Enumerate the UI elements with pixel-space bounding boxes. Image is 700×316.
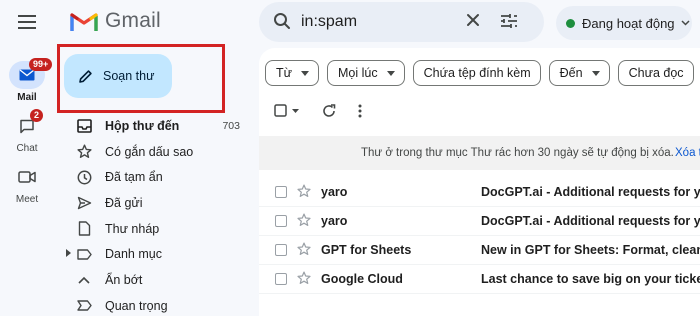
label-icon: [76, 249, 92, 260]
email-subject: DocGPT.ai - Additional requests for you: [481, 214, 700, 228]
email-list: yaro DocGPT.ai - Additional requests for…: [259, 178, 700, 294]
nav-item-inbox[interactable]: Hộp thư đến 703: [58, 113, 246, 139]
email-subject: Last chance to save big on your ticket t…: [481, 272, 700, 286]
filter-to[interactable]: Đến: [548, 60, 610, 86]
nav-label: Ẩn bớt: [105, 272, 143, 287]
email-sender: yaro: [321, 185, 348, 199]
star-icon[interactable]: [297, 242, 311, 256]
more-options-icon[interactable]: [358, 104, 362, 118]
message-list-panel: Từ Mọi lúc Chứa tệp đính kèm Đến Chưa đọ…: [259, 48, 700, 316]
nav-item-starred[interactable]: Có gắn dấu sao: [58, 139, 246, 165]
chip-label: Chưa đọc: [628, 66, 684, 80]
inbox-icon: [76, 119, 92, 133]
dropdown-arrow-icon: [386, 70, 395, 76]
row-checkbox[interactable]: [275, 186, 287, 198]
nav-label: Danh mục: [105, 247, 162, 262]
email-row[interactable]: yaro DocGPT.ai - Additional requests for…: [259, 207, 700, 236]
app-name: Gmail: [105, 9, 161, 32]
chip-label: Từ: [276, 66, 293, 80]
row-checkbox[interactable]: [275, 273, 287, 285]
list-toolbar: [259, 100, 700, 124]
gmail-m-icon: [70, 12, 98, 31]
search-icon[interactable]: [273, 12, 291, 30]
spam-notice-text: Thư ở trong thư mục Thư rác hơn 30 ngày …: [361, 147, 674, 159]
email-row[interactable]: GPT for Sheets New in GPT for Sheets: Fo…: [259, 236, 700, 265]
hamburger-menu-icon: [18, 15, 36, 29]
email-subject: DocGPT.ai - Additional requests for you: [481, 185, 700, 199]
search-input[interactable]: [301, 10, 451, 34]
nav-item-important[interactable]: Quan trọng: [58, 293, 246, 316]
star-icon[interactable]: [297, 213, 311, 227]
chip-label: Đến: [559, 66, 583, 80]
mail-unread-badge: 99+: [29, 58, 53, 71]
star-icon[interactable]: [297, 184, 311, 198]
folder-nav: Hộp thư đến 703 Có gắn dấu sao Đã tạm ẩn…: [58, 113, 246, 316]
nav-label: Có gắn dấu sao: [105, 144, 194, 159]
send-icon: [77, 196, 91, 210]
status-selector[interactable]: Đang hoạt động: [556, 6, 692, 40]
dropdown-arrow-icon: [591, 70, 600, 76]
chevron-down-icon: [681, 20, 690, 26]
star-icon: [76, 144, 92, 159]
filter-any-time[interactable]: Mọi lúc: [327, 60, 405, 86]
filter-from[interactable]: Từ: [265, 60, 320, 86]
rail-item-meet[interactable]: Meet: [0, 163, 54, 205]
app-rail: 99+ Mail 2 Chat Meet: [0, 0, 54, 316]
select-all-checkbox[interactable]: [274, 104, 287, 117]
row-checkbox[interactable]: [275, 244, 287, 256]
nav-label: Đã tạm ẩn: [105, 170, 163, 185]
important-icon: [76, 300, 92, 312]
filter-has-attachment[interactable]: Chứa tệp đính kèm: [412, 60, 541, 86]
filter-unread[interactable]: Chưa đọc: [617, 60, 694, 86]
row-checkbox[interactable]: [275, 215, 287, 227]
expand-arrow-icon: [66, 249, 71, 258]
refresh-icon[interactable]: [322, 104, 336, 118]
email-row[interactable]: yaro DocGPT.ai - Additional requests for…: [259, 178, 700, 207]
draft-icon: [78, 221, 90, 236]
spam-notice: Thư ở trong thư mục Thư rác hơn 30 ngày …: [259, 136, 700, 170]
chat-unread-badge: 2: [30, 109, 44, 122]
chip-label: Chứa tệp đính kèm: [423, 66, 531, 80]
chevron-up-icon: [78, 276, 90, 284]
status-dot: [566, 18, 575, 28]
rail-item-chat[interactable]: 2 Chat: [0, 109, 54, 154]
chip-label: Mọi lúc: [338, 66, 378, 80]
nav-item-sent[interactable]: Đã gửi: [58, 190, 246, 216]
nav-item-drafts[interactable]: Thư nháp: [58, 216, 246, 242]
inbox-count: 703: [222, 119, 240, 132]
dropdown-arrow-icon: [301, 70, 310, 76]
highlight-box: [57, 44, 225, 113]
rail-item-label: Meet: [15, 194, 39, 205]
email-sender: Google Cloud: [321, 272, 403, 286]
email-sender: yaro: [321, 214, 348, 228]
email-subject: New in GPT for Sheets: Format, clean, pi: [481, 243, 700, 257]
nav-label: Quan trọng: [105, 298, 168, 313]
search-filter-chips: Từ Mọi lúc Chứa tệp đính kèm Đến Chưa đọ…: [265, 60, 700, 86]
rail-item-mail[interactable]: 99+ Mail: [0, 58, 54, 103]
mail-icon: [19, 69, 35, 81]
delete-all-spam-link[interactable]: Xóa t: [675, 147, 700, 159]
nav-label: Đã gửi: [105, 195, 143, 210]
rail-item-label: Chat: [16, 143, 38, 154]
select-dropdown-icon[interactable]: [292, 109, 299, 113]
clock-icon: [77, 170, 91, 185]
rail-item-label: Mail: [17, 92, 37, 103]
main-menu-button[interactable]: [15, 10, 39, 34]
email-sender: GPT for Sheets: [321, 243, 412, 257]
nav-label: Hộp thư đến: [105, 118, 180, 133]
gmail-logo[interactable]: Gmail: [70, 9, 161, 33]
nav-item-show-less[interactable]: Ẩn bớt: [58, 267, 246, 293]
nav-item-snoozed[interactable]: Đã tạm ẩn: [58, 164, 246, 190]
nav-item-categories[interactable]: Danh mục: [58, 241, 246, 267]
search-options-icon[interactable]: [500, 12, 518, 30]
clear-search-icon[interactable]: [466, 13, 480, 27]
video-camera-icon: [18, 171, 36, 183]
nav-label: Thư nháp: [105, 221, 160, 236]
email-row[interactable]: Google Cloud Last chance to save big on …: [259, 265, 700, 294]
status-label: Đang hoạt động: [582, 15, 675, 31]
search-bar: [259, 2, 544, 42]
star-icon[interactable]: [297, 271, 311, 285]
